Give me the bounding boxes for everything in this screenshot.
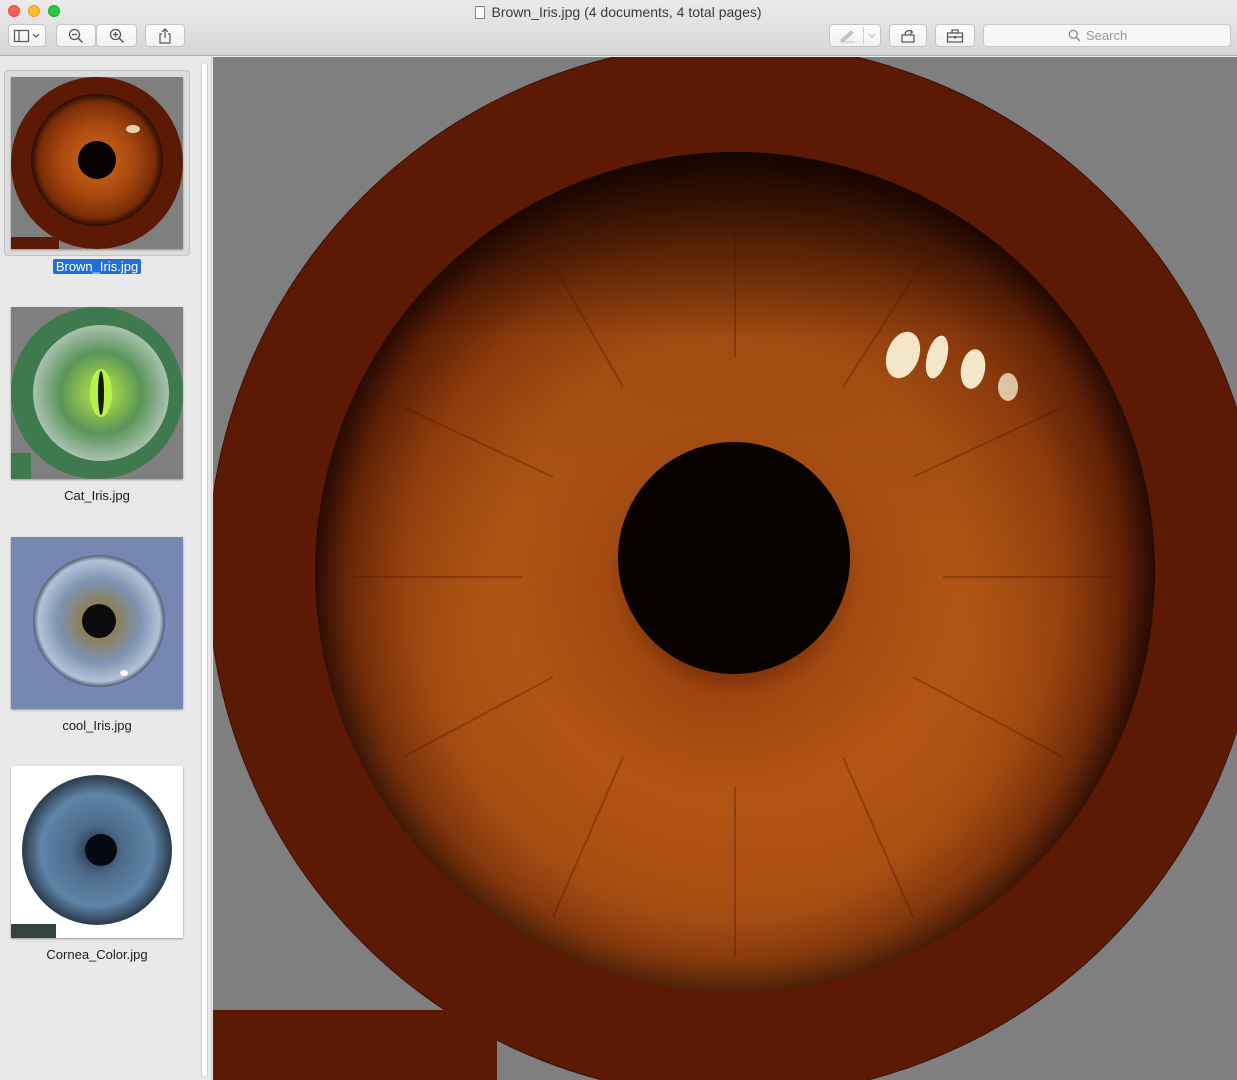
thumbnail-cornea-color[interactable] (11, 766, 183, 938)
window-title-area: Brown_Iris.jpg (4 documents, 4 total pag… (0, 3, 1237, 21)
sidebar-toggle-button[interactable] (8, 24, 46, 47)
ring-tail (213, 1010, 497, 1080)
toolbox-button[interactable] (935, 24, 975, 47)
cornea-color-thumbnail-image (11, 775, 172, 938)
window-title: Brown_Iris.jpg (4 documents, 4 total pag… (491, 4, 762, 20)
window-toolbar: Brown_Iris.jpg (4 documents, 4 total pag… (0, 0, 1237, 56)
zoom-out-icon (68, 28, 84, 43)
pen-icon (840, 29, 855, 43)
thumbnail-cool-iris[interactable] (11, 537, 183, 709)
search-field[interactable] (983, 24, 1231, 47)
thumbnail-cat-iris[interactable] (11, 307, 183, 479)
sidebar-icon (13, 29, 40, 42)
thumbnail-label-brown-iris[interactable]: Brown_Iris.jpg (0, 259, 194, 275)
zoom-in-button[interactable] (96, 24, 137, 47)
thumbnail-sidebar: Brown_Iris.jpg Cat_Iris.jpg cool_Iris.jp… (0, 56, 212, 1080)
chevron-down-icon[interactable] (867, 32, 877, 40)
zoom-out-button[interactable] (56, 24, 96, 47)
toolbox-icon (946, 28, 964, 43)
brown-iris-thumbnail-image (11, 77, 183, 249)
markup-button[interactable] (829, 24, 881, 47)
share-button[interactable] (145, 24, 185, 47)
cat-iris-thumbnail-image (11, 307, 183, 479)
search-icon (1068, 29, 1081, 42)
search-input[interactable] (1086, 28, 1146, 43)
image-view[interactable] (213, 57, 1237, 1080)
cool-iris-thumbnail-image (33, 555, 165, 687)
brown-iris-image (213, 57, 1237, 1080)
thumbnail-label-cool-iris[interactable]: cool_Iris.jpg (0, 718, 194, 734)
document-icon (475, 6, 486, 19)
share-icon (159, 27, 171, 44)
rotate-button[interactable] (889, 24, 927, 47)
rotate-icon (901, 29, 915, 43)
sidebar-scrollbar[interactable] (201, 62, 208, 1078)
thumbnail-brown-iris[interactable] (11, 77, 183, 249)
markup-separator (863, 27, 864, 44)
zoom-in-icon (109, 28, 124, 43)
pupil (618, 442, 850, 674)
thumbnail-label-cornea-color[interactable]: Cornea_Color.jpg (0, 947, 194, 963)
thumbnail-label-cat-iris[interactable]: Cat_Iris.jpg (0, 488, 194, 504)
